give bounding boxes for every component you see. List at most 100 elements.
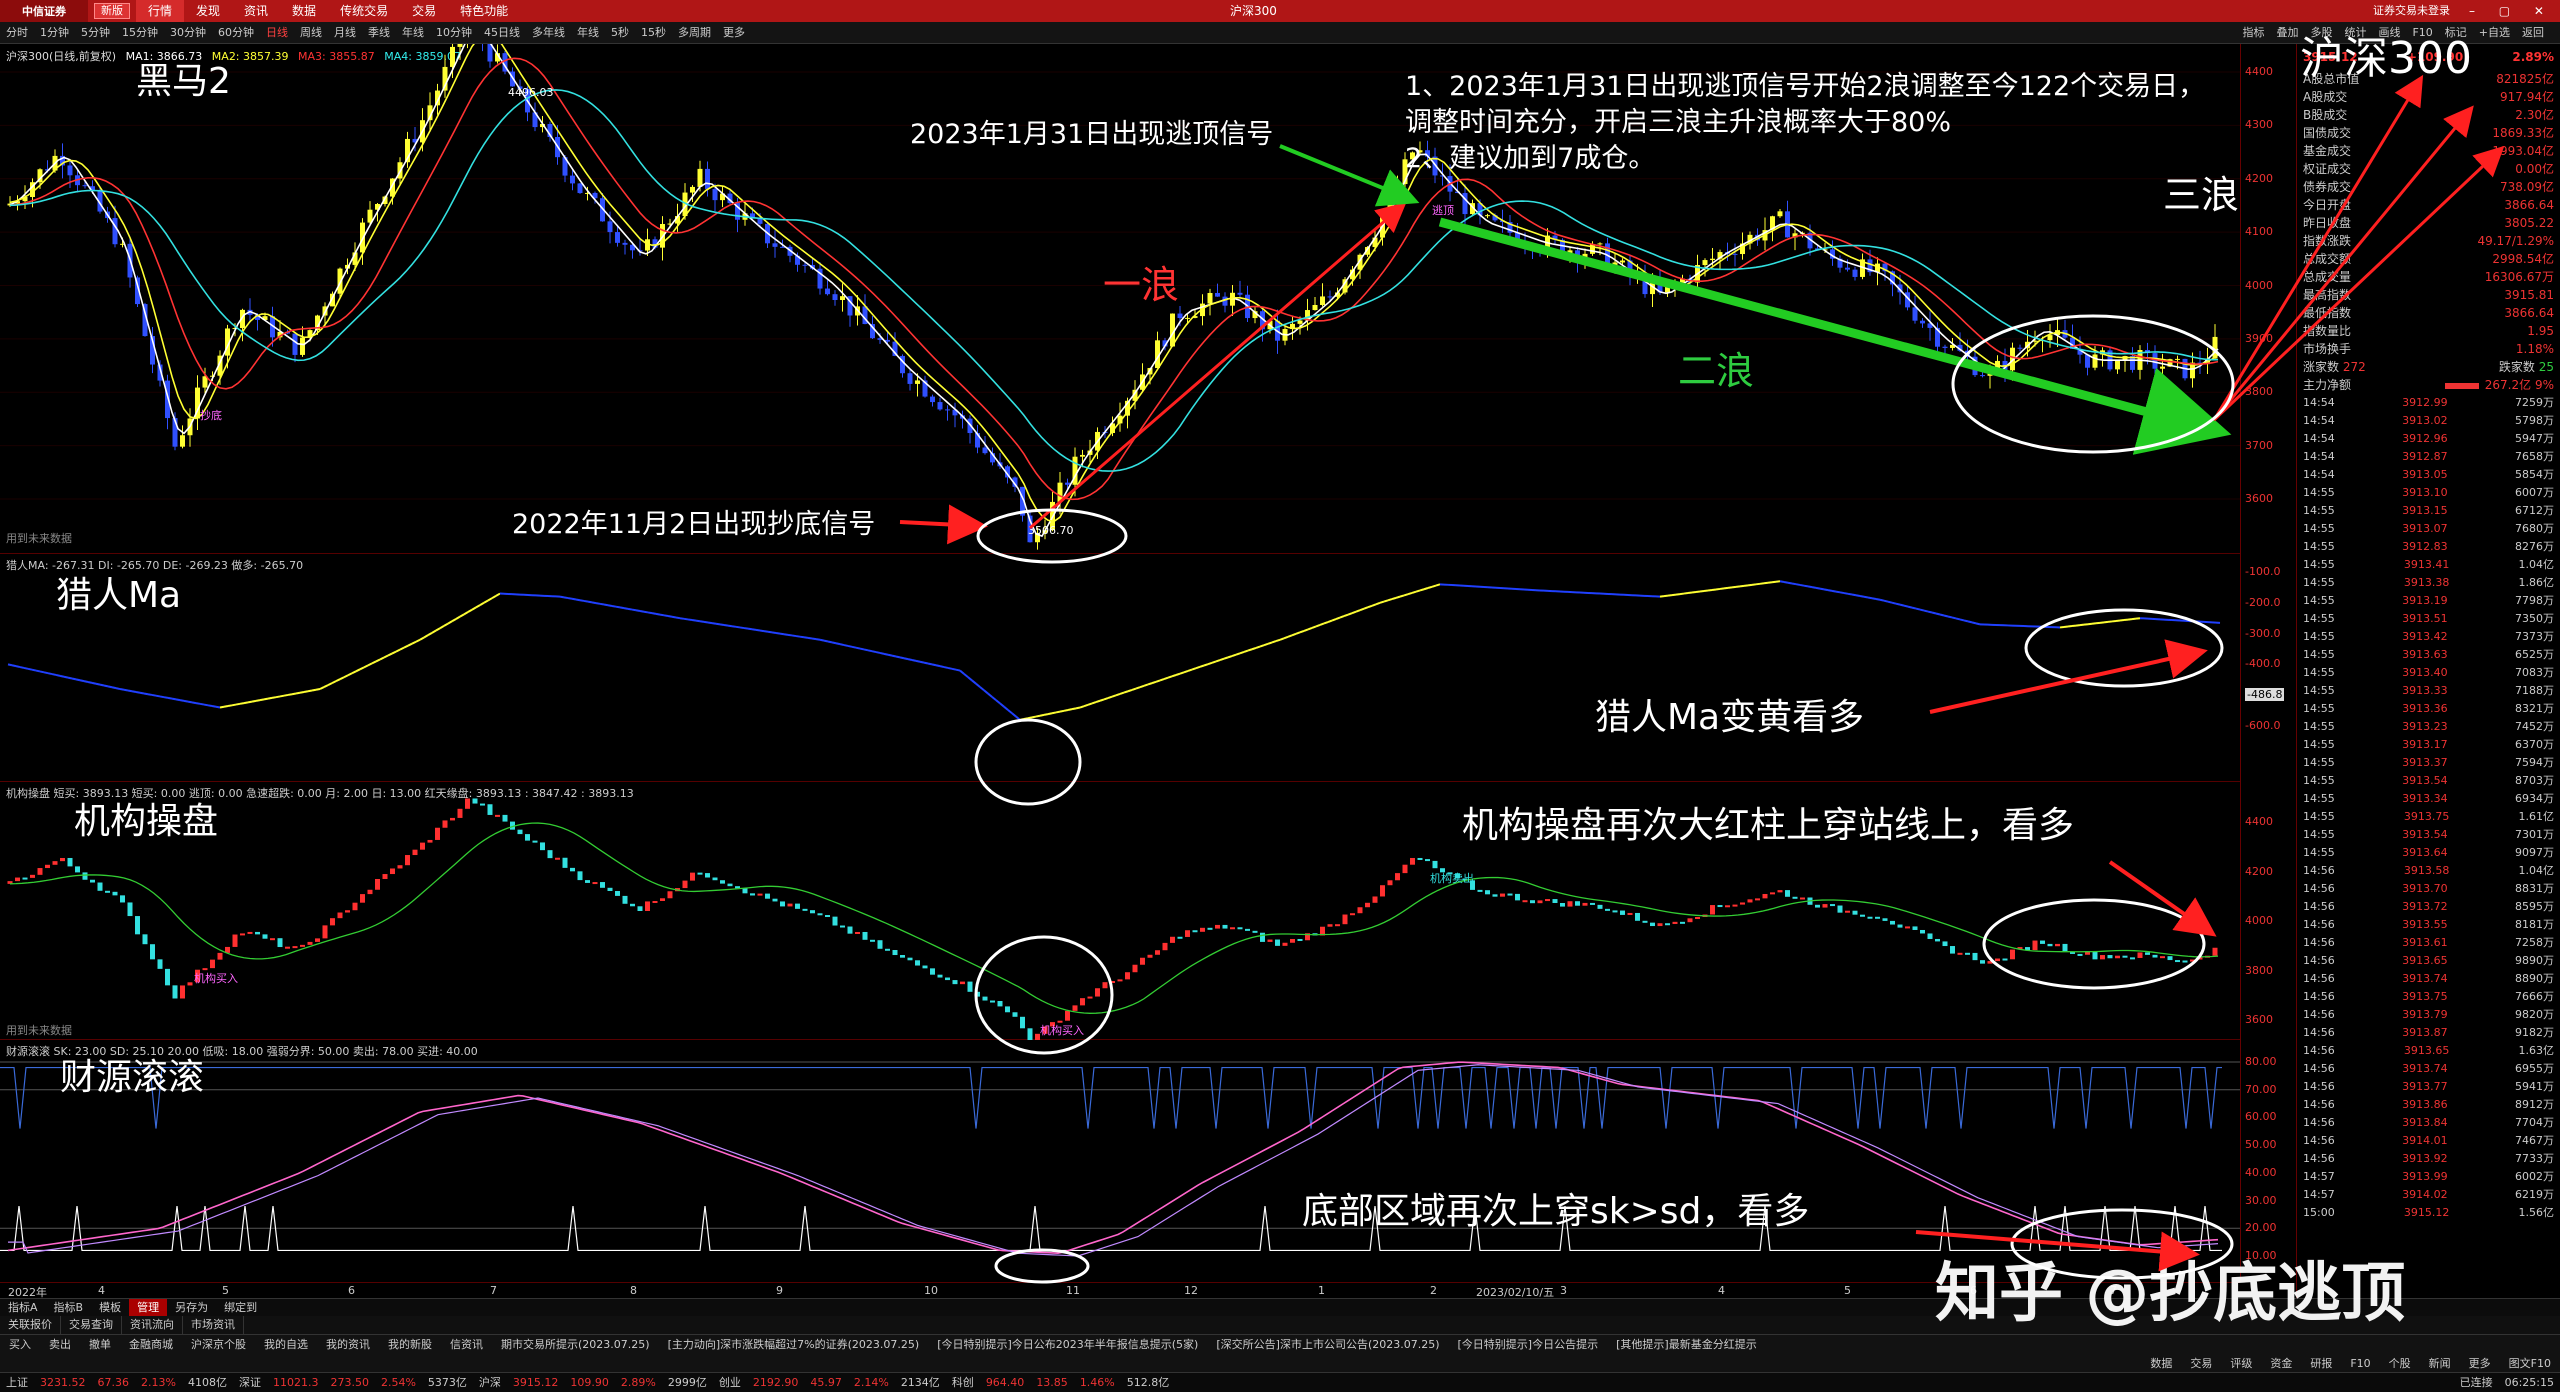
tick-row[interactable]: 14:55 3913.64 9097万 (2297, 844, 2560, 862)
tick-row[interactable]: 14:56 3913.84 7704万 (2297, 1114, 2560, 1132)
menu-item[interactable]: 行情 (136, 0, 185, 22)
tick-row[interactable]: 14:56 3913.92 7733万 (2297, 1150, 2560, 1168)
tick-row[interactable]: 14:55 3913.63 6525万 (2297, 646, 2560, 664)
toolbar-item[interactable]: [其他提示]最新基金分红提示 (1607, 1335, 1766, 1354)
period-tab[interactable]: 10分钟 (430, 22, 478, 44)
menu-item[interactable]: 特色功能 (448, 0, 520, 22)
toolbar-item[interactable]: 撤单 (80, 1335, 120, 1354)
period-tab[interactable]: 分时 (0, 22, 34, 44)
period-tab[interactable]: 年线 (571, 22, 605, 44)
tick-row[interactable]: 14:55 3913.33 7188万 (2297, 682, 2560, 700)
period-tab[interactable]: 5秒 (605, 22, 635, 44)
toolbar-item[interactable]: [深交所公告]深市上市公司公告(2023.07.25) (1207, 1335, 1448, 1354)
tick-row[interactable]: 14:55 3913.36 8321万 (2297, 700, 2560, 718)
tick-row[interactable]: 14:55 3913.38 1.86亿 (2297, 574, 2560, 592)
menu-item[interactable]: 传统交易 (328, 0, 400, 22)
indicator-tab[interactable]: 管理 (129, 1299, 168, 1316)
period-tab[interactable]: 年线 (396, 22, 430, 44)
toolbar-item[interactable]: [今日特别提示]今日公布2023年半年报信息提示(5家) (928, 1335, 1207, 1354)
main-kline-panel[interactable]: 沪深300(日线,前复权) MA1: 3866.73 MA2: 3857.39 … (0, 44, 2315, 554)
tick-row[interactable]: 14:55 3913.17 6370万 (2297, 736, 2560, 754)
tick-row[interactable]: 14:55 3913.41 1.04亿 (2297, 556, 2560, 574)
toolbar-item[interactable]: 沪深京个股 (182, 1335, 255, 1354)
tick-row[interactable]: 14:57 3914.02 6219万 (2297, 1186, 2560, 1204)
tick-row[interactable]: 14:56 3913.74 8890万 (2297, 970, 2560, 988)
lierenma-chart[interactable] (0, 554, 2240, 782)
toolbar-item[interactable]: [主力动向]深市涨跌幅超过7%的证券(2023.07.25) (659, 1335, 929, 1354)
toolbar-item[interactable]: 资金 (2261, 1354, 2301, 1373)
toolbar-item[interactable]: 数据 (2141, 1354, 2181, 1373)
menu-item[interactable]: 数据 (280, 0, 328, 22)
tick-row[interactable]: 14:57 3913.99 6002万 (2297, 1168, 2560, 1186)
tick-row[interactable]: 14:55 3913.54 8703万 (2297, 772, 2560, 790)
status-label[interactable]: 上证 (0, 1373, 34, 1392)
tick-row[interactable]: 14:56 3913.75 7666万 (2297, 988, 2560, 1006)
caiyuan-chart[interactable] (0, 1040, 2240, 1282)
toolbar-item[interactable]: 卖出 (40, 1335, 80, 1354)
toolbar-item[interactable]: 更多 (2460, 1354, 2500, 1373)
tick-row[interactable]: 14:56 3913.65 9890万 (2297, 952, 2560, 970)
period-tab[interactable]: 60分钟 (212, 22, 260, 44)
period-tab[interactable]: 多年线 (526, 22, 571, 44)
indicator-tab[interactable]: 另存为 (167, 1299, 216, 1316)
period-tab[interactable]: 5分钟 (75, 22, 116, 44)
menu-item[interactable]: 资讯 (232, 0, 280, 22)
toolbar-item[interactable]: [今日特别提示]今日公告提示 (1449, 1335, 1608, 1354)
tick-row[interactable]: 14:56 3913.86 8912万 (2297, 1096, 2560, 1114)
tick-row[interactable]: 14:56 3914.01 7467万 (2297, 1132, 2560, 1150)
function-tab[interactable]: 关联报价 (0, 1316, 61, 1334)
tick-row[interactable]: 14:56 3913.72 8595万 (2297, 898, 2560, 916)
menu-item[interactable]: 交易 (400, 0, 448, 22)
period-tab[interactable]: 季线 (362, 22, 396, 44)
toolbar-item[interactable]: F10 (2341, 1354, 2379, 1373)
tick-row[interactable]: 14:54 3912.99 7259万 (2297, 394, 2560, 412)
tick-row[interactable]: 14:56 3913.74 6955万 (2297, 1060, 2560, 1078)
jigou-panel[interactable]: 机构操盘 短买: 3893.13 短买: 0.00 逃顶: 0.00 急速超跌:… (0, 782, 2240, 1040)
tick-row[interactable]: 14:55 3912.83 8276万 (2297, 538, 2560, 556)
toolbar-item[interactable]: 交易 (2181, 1354, 2221, 1373)
period-tab[interactable]: 更多 (717, 22, 751, 44)
period-tab[interactable]: 月线 (328, 22, 362, 44)
period-tab[interactable]: 1分钟 (34, 22, 75, 44)
status-label[interactable]: 深证 (233, 1373, 267, 1392)
window-controls[interactable]: – ▢ ✕ (2469, 0, 2554, 22)
chart-tool-button[interactable]: 指标 (2236, 22, 2270, 44)
tick-row[interactable]: 14:55 3913.37 7594万 (2297, 754, 2560, 772)
period-tab[interactable]: 30分钟 (164, 22, 212, 44)
tick-row[interactable]: 14:54 3912.87 7658万 (2297, 448, 2560, 466)
function-tab[interactable]: 市场资讯 (183, 1316, 244, 1334)
tick-row[interactable]: 14:55 3913.75 1.61亿 (2297, 808, 2560, 826)
toolbar-item[interactable]: 期市交易所提示(2023.07.25) (492, 1335, 659, 1354)
tick-row[interactable]: 14:54 3913.05 5854万 (2297, 466, 2560, 484)
indicator-tab[interactable]: 指标A (0, 1299, 46, 1316)
period-tab[interactable]: 15秒 (635, 22, 672, 44)
tick-row[interactable]: 14:54 3913.02 5798万 (2297, 412, 2560, 430)
tick-row[interactable]: 14:56 3913.65 1.63亿 (2297, 1042, 2560, 1060)
tick-row[interactable]: 14:55 3913.19 7798万 (2297, 592, 2560, 610)
toolbar-item[interactable]: 金融商城 (120, 1335, 182, 1354)
version-switch[interactable]: 新版 (94, 3, 130, 19)
status-label[interactable]: 沪深 (473, 1373, 507, 1392)
indicator-tab[interactable]: 模板 (91, 1299, 129, 1316)
toolbar-item[interactable]: 研报 (2301, 1354, 2341, 1373)
status-label[interactable]: 创业 (713, 1373, 747, 1392)
tick-row[interactable]: 14:54 3912.96 5947万 (2297, 430, 2560, 448)
chart-tool-button[interactable]: +自选 (2473, 22, 2516, 44)
toolbar-item[interactable]: 信资讯 (441, 1335, 492, 1354)
function-tab[interactable]: 资讯流向 (122, 1316, 183, 1334)
tick-row[interactable]: 14:55 3913.07 7680万 (2297, 520, 2560, 538)
tick-row[interactable]: 15:00 3915.12 1.56亿 (2297, 1204, 2560, 1222)
period-tab[interactable]: 15分钟 (116, 22, 164, 44)
toolbar-item[interactable]: 我的资讯 (317, 1335, 379, 1354)
tick-row[interactable]: 14:55 3913.42 7373万 (2297, 628, 2560, 646)
toolbar-item[interactable]: 我的新股 (379, 1335, 441, 1354)
toolbar-item[interactable]: 我的自选 (255, 1335, 317, 1354)
caiyuan-panel[interactable]: 财源滚滚 SK: 23.00 SD: 25.10 20.00 低吸: 18.00… (0, 1040, 2240, 1282)
period-tab[interactable]: 多周期 (672, 22, 717, 44)
tick-row[interactable]: 14:55 3913.34 6934万 (2297, 790, 2560, 808)
menu-item[interactable]: 发现 (184, 0, 232, 22)
lierenma-panel[interactable]: 猎人MA: -267.31 DI: -265.70 DE: -269.23 做多… (0, 554, 2240, 782)
toolbar-item[interactable]: 评级 (2221, 1354, 2261, 1373)
status-label[interactable]: 科创 (946, 1373, 980, 1392)
period-tab[interactable]: 45日线 (478, 22, 526, 44)
